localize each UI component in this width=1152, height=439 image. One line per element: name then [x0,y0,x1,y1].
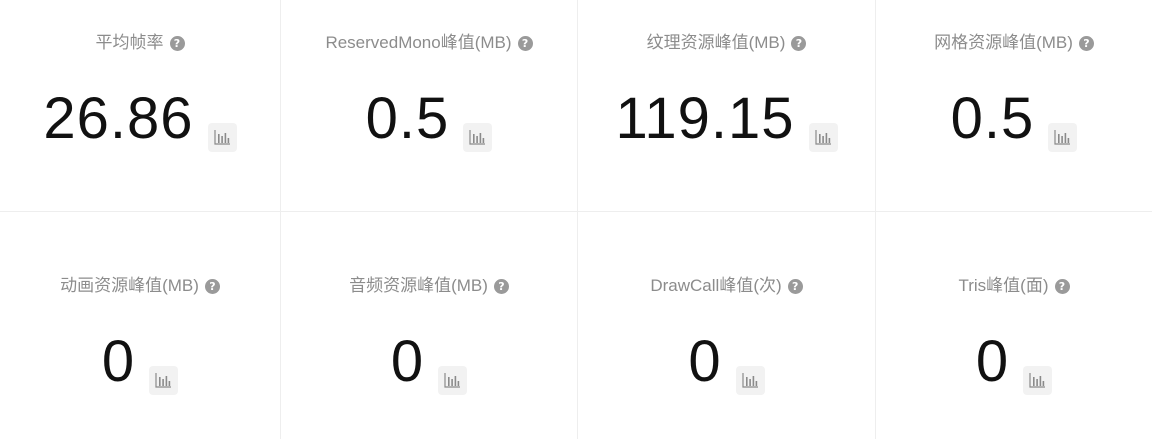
metric-value: 26.86 [43,86,194,151]
metric-label: 动画资源峰值(MB) [60,276,199,295]
metric-value-row: 0 [281,325,577,395]
metric-card-animation: 动画资源峰值(MB) ? 0 [0,212,281,439]
question-circle-icon[interactable]: ? [1054,278,1070,294]
metrics-grid: 平均帧率 ? 26.86 ReservedMono峰值(MB) ? 0.5 纹理… [0,0,1152,439]
metric-card-mesh: 网格资源峰值(MB) ? 0.5 [876,0,1152,212]
question-circle-icon[interactable]: ? [517,35,533,51]
metric-value: 0 [101,329,136,394]
question-circle-icon[interactable]: ? [1078,35,1094,51]
question-circle-icon[interactable]: ? [787,278,803,294]
bar-chart-icon[interactable] [438,366,468,395]
metric-label: 网格资源峰值(MB) [934,33,1073,52]
bar-chart-icon[interactable] [463,123,493,152]
metric-label: DrawCall峰值(次) [650,276,782,295]
metric-label-row: 音频资源峰值(MB) ? [281,276,577,296]
metric-label: Tris峰值(面) [958,276,1049,295]
metric-value-row: 0 [876,325,1152,395]
metric-label-row: DrawCall峰值(次) ? [578,276,875,296]
metric-label: 纹理资源峰值(MB) [646,33,786,52]
metric-value: 119.15 [615,86,795,151]
metric-card-audio: 音频资源峰值(MB) ? 0 [281,212,578,439]
bar-chart-icon[interactable] [149,366,179,395]
metric-card-avg-fps: 平均帧率 ? 26.86 [0,0,281,212]
metric-value: 0 [975,329,1010,394]
metric-label: 平均帧率 [95,33,164,52]
metric-value: 0.5 [365,86,450,151]
metric-card-drawcall: DrawCall峰值(次) ? 0 [578,212,876,439]
metric-value-row: 0.5 [876,82,1152,152]
bar-chart-icon[interactable] [207,123,237,152]
metric-label-row: ReservedMono峰值(MB) ? [281,33,577,53]
metric-label-row: 动画资源峰值(MB) ? [0,276,280,296]
metric-value: 0 [390,329,425,394]
bar-chart-icon[interactable] [808,123,838,152]
metric-label-row: 纹理资源峰值(MB) ? [578,33,875,53]
metric-value-row: 0 [0,325,280,395]
bar-chart-icon[interactable] [735,366,765,395]
metric-card-texture: 纹理资源峰值(MB) ? 119.15 [578,0,876,212]
metric-value-row: 26.86 [0,82,280,152]
bar-chart-icon[interactable] [1023,366,1053,395]
metric-value: 0 [688,329,722,394]
metric-value: 0.5 [950,86,1035,151]
metric-label-row: 网格资源峰值(MB) ? [876,33,1152,53]
question-circle-icon[interactable]: ? [169,35,185,51]
metric-label: 音频资源峰值(MB) [349,276,488,295]
metric-value-row: 0 [578,325,875,395]
metric-label: ReservedMono峰值(MB) [325,33,512,52]
question-circle-icon[interactable]: ? [791,35,807,51]
metric-label-row: 平均帧率 ? [0,33,280,53]
bar-chart-icon[interactable] [1048,123,1078,152]
metric-value-row: 119.15 [578,82,875,152]
metric-card-reserved-mono: ReservedMono峰值(MB) ? 0.5 [281,0,578,212]
question-circle-icon[interactable]: ? [493,278,509,294]
metric-card-tris: Tris峰值(面) ? 0 [876,212,1152,439]
metric-label-row: Tris峰值(面) ? [876,276,1152,296]
metric-value-row: 0.5 [281,82,577,152]
question-circle-icon[interactable]: ? [204,278,220,294]
